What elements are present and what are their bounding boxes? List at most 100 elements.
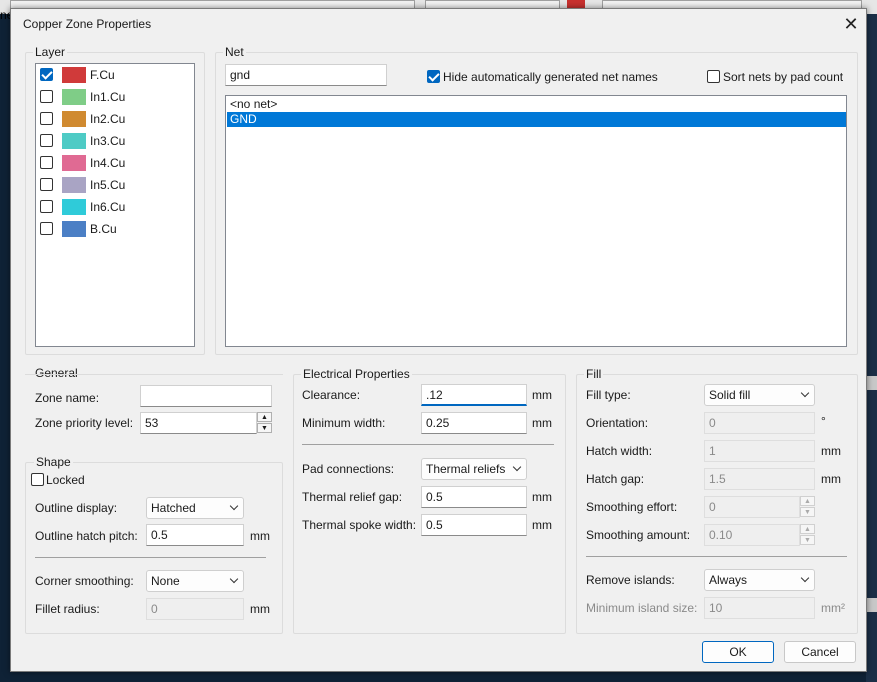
- chevron-down-icon: [800, 388, 810, 398]
- sort-nets-label: Sort nets by pad count: [723, 70, 844, 84]
- zone-name-input[interactable]: [140, 385, 272, 407]
- orientation-label: Orientation:: [586, 416, 649, 430]
- hatch-width-label: Hatch width:: [586, 444, 653, 458]
- min-width-input[interactable]: 0.25: [421, 412, 527, 434]
- locked-checkbox[interactable]: [31, 473, 44, 486]
- layer-row[interactable]: In5.Cu: [36, 174, 194, 196]
- shape-group-title: Shape: [34, 455, 73, 469]
- background-side-button: [866, 598, 877, 612]
- layer-color-swatch: [62, 221, 86, 237]
- layer-row[interactable]: In1.Cu: [36, 86, 194, 108]
- pad-connections-label: Pad connections:: [302, 462, 395, 476]
- fillet-radius-label: Fillet radius:: [35, 602, 100, 616]
- layer-row[interactable]: In6.Cu: [36, 196, 194, 218]
- pad-connections-select[interactable]: Thermal reliefs: [421, 458, 527, 480]
- min-island-size-label: Minimum island size:: [586, 601, 698, 615]
- min-island-size-input[interactable]: 10: [704, 597, 815, 619]
- layer-color-swatch: [62, 89, 86, 105]
- dialog-title: Copper Zone Properties: [23, 17, 152, 31]
- fill-type-value: Solid fill: [709, 388, 751, 402]
- sort-nets-checkbox[interactable]: [707, 70, 720, 83]
- layer-checkbox[interactable]: [40, 134, 53, 147]
- thermal-spoke-width-input[interactable]: 0.5: [421, 514, 527, 536]
- thermal-relief-gap-input[interactable]: 0.5: [421, 486, 527, 508]
- spin-down-icon[interactable]: ▼: [800, 507, 815, 517]
- close-icon[interactable]: ✕: [836, 12, 866, 36]
- min-width-unit: mm: [532, 416, 552, 430]
- layer-checkbox[interactable]: [40, 90, 53, 103]
- remove-islands-value: Always: [709, 573, 748, 587]
- net-filter-input[interactable]: gnd: [225, 64, 387, 86]
- hatch-width-input[interactable]: 1: [704, 440, 815, 462]
- corner-smoothing-select[interactable]: None: [146, 570, 244, 592]
- hide-auto-net-names-checkbox[interactable]: [427, 70, 440, 83]
- net-group-title: Net: [223, 45, 246, 59]
- layer-checkbox[interactable]: [40, 178, 53, 191]
- orientation-input[interactable]: 0: [704, 412, 815, 434]
- smoothing-amount-spinner[interactable]: ▲ ▼: [800, 524, 815, 546]
- layer-row[interactable]: In3.Cu: [36, 130, 194, 152]
- clearance-input[interactable]: .12: [421, 384, 527, 406]
- layer-checkbox[interactable]: [40, 200, 53, 213]
- outline-display-label: Outline display:: [35, 501, 118, 515]
- spin-up-icon[interactable]: ▲: [800, 524, 815, 534]
- locked-label: Locked: [46, 473, 85, 487]
- chevron-down-icon: [800, 573, 810, 583]
- zone-priority-input[interactable]: 53: [140, 412, 257, 434]
- hide-auto-net-names-label: Hide automatically generated net names: [443, 70, 658, 84]
- layer-row[interactable]: B.Cu: [36, 218, 194, 240]
- min-island-size-unit: mm²: [821, 601, 845, 615]
- thermal-spoke-width-unit: mm: [532, 518, 552, 532]
- outline-hatch-pitch-label: Outline hatch pitch:: [35, 529, 138, 543]
- outline-display-value: Hatched: [151, 501, 196, 515]
- chevron-down-icon: [229, 574, 239, 584]
- layer-name: B.Cu: [90, 222, 117, 236]
- fillet-radius-input[interactable]: 0: [146, 598, 244, 620]
- net-list: <no net> GND: [225, 95, 847, 347]
- fill-group-title: Fill: [584, 367, 604, 381]
- remove-islands-select[interactable]: Always: [704, 569, 815, 591]
- spin-down-icon[interactable]: ▼: [800, 535, 815, 545]
- chevron-down-icon: [229, 501, 239, 511]
- outline-hatch-pitch-unit: mm: [250, 529, 270, 543]
- layer-color-swatch: [62, 199, 86, 215]
- smoothing-effort-spinner[interactable]: ▲ ▼: [800, 496, 815, 518]
- fill-type-select[interactable]: Solid fill: [704, 384, 815, 406]
- outline-display-select[interactable]: Hatched: [146, 497, 244, 519]
- zone-priority-spinner[interactable]: ▲ ▼: [257, 412, 272, 434]
- layer-color-swatch: [62, 133, 86, 149]
- net-list-item[interactable]: <no net>: [227, 97, 846, 112]
- layer-row[interactable]: In2.Cu: [36, 108, 194, 130]
- layer-name: In4.Cu: [90, 156, 126, 170]
- spin-down-icon[interactable]: ▼: [257, 423, 272, 433]
- thermal-relief-gap-label: Thermal relief gap:: [302, 490, 403, 504]
- ok-button[interactable]: OK: [702, 641, 774, 663]
- smoothing-amount-label: Smoothing amount:: [586, 528, 691, 542]
- layer-row[interactable]: F.Cu: [36, 64, 194, 86]
- layer-checkbox[interactable]: [40, 156, 53, 169]
- layer-checkbox[interactable]: [40, 222, 53, 235]
- layer-checkbox[interactable]: [40, 68, 53, 81]
- thermal-spoke-width-label: Thermal spoke width:: [302, 518, 417, 532]
- layer-checkbox[interactable]: [40, 112, 53, 125]
- fill-separator: [586, 556, 847, 557]
- clearance-label: Clearance:: [302, 388, 361, 402]
- layer-group-title: Layer: [33, 45, 68, 59]
- spin-up-icon[interactable]: ▲: [800, 496, 815, 506]
- general-group-border: [25, 374, 283, 375]
- layer-row[interactable]: In4.Cu: [36, 152, 194, 174]
- layer-name: In5.Cu: [90, 178, 126, 192]
- pad-connections-value: Thermal reliefs: [426, 462, 506, 476]
- layer-color-swatch: [62, 67, 86, 83]
- layer-name: In3.Cu: [90, 134, 126, 148]
- hatch-gap-input[interactable]: 1.5: [704, 468, 815, 490]
- outline-hatch-pitch-input[interactable]: 0.5: [146, 524, 244, 546]
- net-list-item-selected[interactable]: GND: [227, 112, 846, 127]
- smoothing-amount-input[interactable]: 0.10: [704, 524, 800, 546]
- general-group-title: General: [33, 366, 80, 380]
- smoothing-effort-input[interactable]: 0: [704, 496, 800, 518]
- dialog-titlebar: Copper Zone Properties ✕: [11, 9, 866, 39]
- spin-up-icon[interactable]: ▲: [257, 412, 272, 422]
- cancel-button[interactable]: Cancel: [784, 641, 856, 663]
- electrical-group-title: Electrical Properties: [301, 367, 412, 381]
